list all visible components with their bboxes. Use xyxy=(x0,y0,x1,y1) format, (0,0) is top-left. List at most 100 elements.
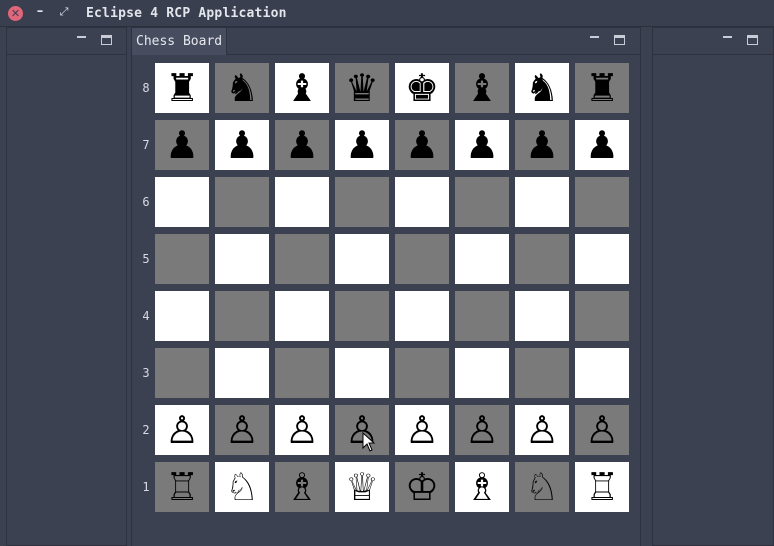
square-h2[interactable]: ♙ xyxy=(575,405,629,455)
maximize-icon[interactable] xyxy=(747,35,758,45)
square-h3[interactable] xyxy=(575,348,629,398)
square-a6[interactable] xyxy=(155,177,209,227)
maximize-icon[interactable] xyxy=(614,35,625,45)
chess-piece[interactable]: ♝ xyxy=(285,69,319,107)
square-e7[interactable]: ♟ xyxy=(395,120,449,170)
chess-piece[interactable]: ♟ xyxy=(225,126,259,164)
square-f1[interactable]: ♗ xyxy=(455,462,509,512)
square-f3[interactable] xyxy=(455,348,509,398)
square-e4[interactable] xyxy=(395,291,449,341)
square-d7[interactable]: ♟ xyxy=(335,120,389,170)
square-g7[interactable]: ♟ xyxy=(515,120,569,170)
chess-piece[interactable]: ♖ xyxy=(165,468,199,506)
square-e1[interactable]: ♔ xyxy=(395,462,449,512)
square-h8[interactable]: ♜ xyxy=(575,63,629,113)
maximize-icon[interactable] xyxy=(101,35,112,45)
square-f4[interactable] xyxy=(455,291,509,341)
chess-piece[interactable]: ♟ xyxy=(585,126,619,164)
square-b5[interactable] xyxy=(215,234,269,284)
chess-piece[interactable]: ♖ xyxy=(585,468,619,506)
square-h6[interactable] xyxy=(575,177,629,227)
square-g1[interactable]: ♘ xyxy=(515,462,569,512)
square-e5[interactable] xyxy=(395,234,449,284)
square-c4[interactable] xyxy=(275,291,329,341)
square-a4[interactable] xyxy=(155,291,209,341)
square-a1[interactable]: ♖ xyxy=(155,462,209,512)
square-g8[interactable]: ♞ xyxy=(515,63,569,113)
minimize-icon[interactable] xyxy=(77,36,86,38)
square-c8[interactable]: ♝ xyxy=(275,63,329,113)
chess-piece[interactable]: ♜ xyxy=(585,69,619,107)
square-f5[interactable] xyxy=(455,234,509,284)
square-c1[interactable]: ♗ xyxy=(275,462,329,512)
square-a5[interactable] xyxy=(155,234,209,284)
square-d4[interactable] xyxy=(335,291,389,341)
square-e8[interactable]: ♚ xyxy=(395,63,449,113)
square-d6[interactable] xyxy=(335,177,389,227)
square-b1[interactable]: ♘ xyxy=(215,462,269,512)
square-e6[interactable] xyxy=(395,177,449,227)
square-b4[interactable] xyxy=(215,291,269,341)
square-h1[interactable]: ♖ xyxy=(575,462,629,512)
chess-piece[interactable]: ♙ xyxy=(525,411,559,449)
minimize-window-icon[interactable]: – xyxy=(34,4,46,20)
restore-window-icon[interactable]: ⤢ xyxy=(58,4,70,20)
chess-piece[interactable]: ♟ xyxy=(165,126,199,164)
chess-piece[interactable]: ♕ xyxy=(345,468,379,506)
square-a7[interactable]: ♟ xyxy=(155,120,209,170)
chess-piece[interactable]: ♙ xyxy=(405,411,439,449)
square-g5[interactable] xyxy=(515,234,569,284)
square-h5[interactable] xyxy=(575,234,629,284)
square-c3[interactable] xyxy=(275,348,329,398)
square-b3[interactable] xyxy=(215,348,269,398)
chess-piece[interactable]: ♗ xyxy=(465,468,499,506)
square-f8[interactable]: ♝ xyxy=(455,63,509,113)
square-d8[interactable]: ♛ xyxy=(335,63,389,113)
square-d1[interactable]: ♕ xyxy=(335,462,389,512)
chess-piece[interactable]: ♙ xyxy=(225,411,259,449)
minimize-icon[interactable] xyxy=(723,36,732,38)
square-g4[interactable] xyxy=(515,291,569,341)
chess-piece[interactable]: ♔ xyxy=(405,468,439,506)
chess-piece[interactable]: ♞ xyxy=(525,69,559,107)
square-f6[interactable] xyxy=(455,177,509,227)
chess-piece[interactable]: ♟ xyxy=(285,126,319,164)
square-f2[interactable]: ♙ xyxy=(455,405,509,455)
chess-piece[interactable]: ♙ xyxy=(585,411,619,449)
chess-piece[interactable]: ♙ xyxy=(465,411,499,449)
square-b2[interactable]: ♙ xyxy=(215,405,269,455)
square-a3[interactable] xyxy=(155,348,209,398)
chess-piece[interactable]: ♟ xyxy=(345,126,379,164)
chess-piece[interactable]: ♙ xyxy=(165,411,199,449)
chess-piece[interactable]: ♝ xyxy=(465,69,499,107)
chess-piece[interactable]: ♛ xyxy=(345,69,379,107)
square-e2[interactable]: ♙ xyxy=(395,405,449,455)
square-e3[interactable] xyxy=(395,348,449,398)
chess-piece[interactable]: ♘ xyxy=(525,468,559,506)
square-c5[interactable] xyxy=(275,234,329,284)
square-c2[interactable]: ♙ xyxy=(275,405,329,455)
square-g2[interactable]: ♙ xyxy=(515,405,569,455)
chess-piece[interactable]: ♗ xyxy=(285,468,319,506)
square-h4[interactable] xyxy=(575,291,629,341)
close-icon[interactable]: ✕ xyxy=(8,6,23,21)
chess-piece[interactable]: ♜ xyxy=(165,69,199,107)
chess-piece[interactable]: ♞ xyxy=(225,69,259,107)
square-c6[interactable] xyxy=(275,177,329,227)
chess-piece[interactable]: ♚ xyxy=(405,69,439,107)
chess-piece[interactable]: ♟ xyxy=(405,126,439,164)
square-g6[interactable] xyxy=(515,177,569,227)
tab-chess-board[interactable]: Chess Board xyxy=(132,28,228,55)
square-d3[interactable] xyxy=(335,348,389,398)
square-b7[interactable]: ♟ xyxy=(215,120,269,170)
square-b8[interactable]: ♞ xyxy=(215,63,269,113)
square-d5[interactable] xyxy=(335,234,389,284)
chess-piece[interactable]: ♘ xyxy=(225,468,259,506)
square-b6[interactable] xyxy=(215,177,269,227)
square-g3[interactable] xyxy=(515,348,569,398)
square-f7[interactable]: ♟ xyxy=(455,120,509,170)
chess-piece[interactable]: ♟ xyxy=(525,126,559,164)
square-h7[interactable]: ♟ xyxy=(575,120,629,170)
square-a2[interactable]: ♙ xyxy=(155,405,209,455)
chess-piece[interactable]: ♟ xyxy=(465,126,499,164)
